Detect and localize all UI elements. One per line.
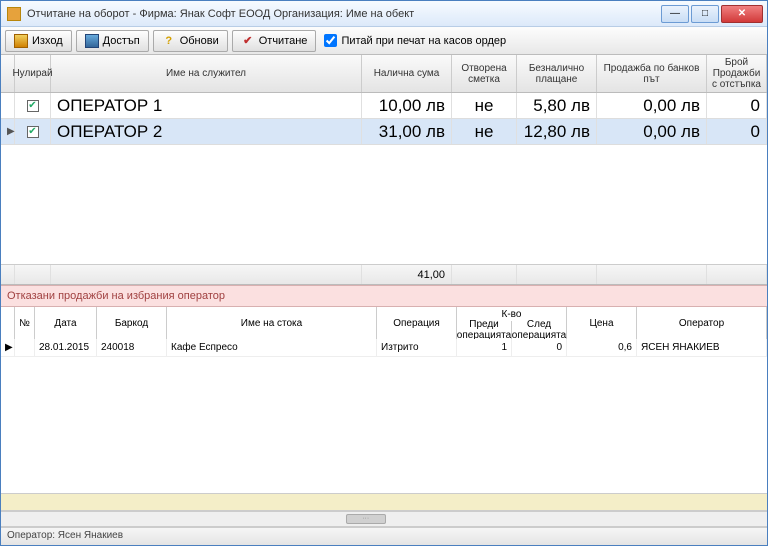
col-price[interactable]: Цена <box>567 307 637 339</box>
col-discount[interactable]: Брой Продажби с отстъпка <box>707 55 767 92</box>
rejected-totals <box>1 493 767 511</box>
horizontal-scrollbar[interactable]: ··· <box>1 511 767 527</box>
scrollbar-thumb[interactable]: ··· <box>346 514 386 524</box>
operator-cell: ЯСЕН ЯНАКИЕВ <box>637 339 767 356</box>
col-open[interactable]: Отворена сметка <box>452 55 517 92</box>
exit-label: Изход <box>32 35 63 47</box>
rejected-grid-header: № Дата Баркод Име на стока Операция К-во… <box>1 307 767 339</box>
operator-name: ОПЕРАТОР 2 <box>51 119 362 144</box>
rejected-sales-label: Отказани продажби на избрания оператор <box>1 285 767 307</box>
col-qty-after[interactable]: След операцията <box>512 321 567 339</box>
discount-cell: 0 <box>707 119 767 144</box>
operation-cell: Изтрито <box>377 339 457 356</box>
open-cell: не <box>452 93 517 118</box>
bank-cell: 0,00 лв <box>597 93 707 118</box>
row-pointer: ▶ <box>1 339 15 356</box>
minimize-button[interactable]: — <box>661 5 689 23</box>
statusbar: Оператор: Ясен Янакиев <box>1 527 767 545</box>
qty-after-cell: 0 <box>512 339 567 356</box>
col-qty-before[interactable]: Преди операцията <box>457 321 512 339</box>
operator-row[interactable]: ▶✔ОПЕРАТОР 231,00 лвне12,80 лв0,00 лв0 <box>1 119 767 145</box>
row-pointer: ▶ <box>1 119 15 144</box>
col-bank[interactable]: Продажба по банков път <box>597 55 707 92</box>
close-button[interactable]: ✕ <box>721 5 763 23</box>
date-cell: 28.01.2015 <box>35 339 97 356</box>
ask-print-checkbox-wrap[interactable]: Питай при печат на касов ордер <box>324 34 506 47</box>
total-cash: 41,00 <box>362 265 452 284</box>
barcode-cell: 240018 <box>97 339 167 356</box>
col-no[interactable]: № <box>15 307 35 339</box>
row-pointer <box>1 93 15 118</box>
reset-checkbox-cell[interactable]: ✔ <box>15 119 51 144</box>
report-label: Отчитане <box>259 35 308 47</box>
maximize-button[interactable]: □ <box>691 5 719 23</box>
col-itemname[interactable]: Име на стока <box>167 307 377 339</box>
refresh-button[interactable]: ? Обнови <box>153 30 228 52</box>
rejected-grid: № Дата Баркод Име на стока Операция К-во… <box>1 307 767 527</box>
operators-grid-body: ✔ОПЕРАТОР 110,00 лвне5,80 лв0,00 лв0▶✔ОП… <box>1 93 767 145</box>
discount-cell: 0 <box>707 93 767 118</box>
check-icon: ✔ <box>241 34 255 48</box>
operators-grid-empty <box>1 145 767 265</box>
operator-name: ОПЕРАТОР 1 <box>51 93 362 118</box>
rejected-row[interactable]: ▶ 28.01.2015240018Кафе ЕспресоИзтрито100,… <box>1 339 767 357</box>
cashless-cell: 5,80 лв <box>517 93 597 118</box>
operators-grid-header: Нулирай Име на служител Налична сума Отв… <box>1 55 767 93</box>
cashless-cell: 12,80 лв <box>517 119 597 144</box>
main-window: Отчитане на оборот - Фирма: Янак Софт ЕО… <box>0 0 768 546</box>
access-icon <box>85 34 99 48</box>
access-button[interactable]: Достъп <box>76 30 149 52</box>
open-cell: не <box>452 119 517 144</box>
qty-before-cell: 1 <box>457 339 512 356</box>
cash-cell: 31,00 лв <box>362 119 452 144</box>
col-operation[interactable]: Операция <box>377 307 457 339</box>
status-operator: Оператор: Ясен Янакиев <box>7 530 123 541</box>
window-controls: — □ ✕ <box>661 5 763 23</box>
col-cash[interactable]: Налична сума <box>362 55 452 92</box>
exit-icon <box>14 34 28 48</box>
operators-totals-row: 41,00 <box>1 265 767 285</box>
col-barcode[interactable]: Баркод <box>97 307 167 339</box>
ask-print-checkbox[interactable] <box>324 34 337 47</box>
cash-cell: 10,00 лв <box>362 93 452 118</box>
window-title: Отчитане на оборот - Фирма: Янак Софт ЕО… <box>27 8 661 20</box>
col-operator[interactable]: Оператор <box>637 307 767 339</box>
ask-print-label: Питай при печат на касов ордер <box>341 35 506 47</box>
titlebar: Отчитане на оборот - Фирма: Янак Софт ЕО… <box>1 1 767 27</box>
refresh-icon: ? <box>162 34 176 48</box>
col-date[interactable]: Дата <box>35 307 97 339</box>
col-cashless[interactable]: Безналично плащане <box>517 55 597 92</box>
refresh-label: Обнови <box>180 35 219 47</box>
operators-grid: Нулирай Име на служител Налична сума Отв… <box>1 55 767 285</box>
toolbar: Изход Достъп ? Обнови ✔ Отчитане Питай п… <box>1 27 767 55</box>
price-cell: 0,6 <box>567 339 637 356</box>
col-reset[interactable]: Нулирай <box>15 55 51 92</box>
no-cell <box>15 339 35 356</box>
bank-cell: 0,00 лв <box>597 119 707 144</box>
access-label: Достъп <box>103 35 140 47</box>
col-name[interactable]: Име на служител <box>51 55 362 92</box>
itemname-cell: Кафе Еспресо <box>167 339 377 356</box>
operator-row[interactable]: ✔ОПЕРАТОР 110,00 лвне5,80 лв0,00 лв0 <box>1 93 767 119</box>
reset-checkbox-cell[interactable]: ✔ <box>15 93 51 118</box>
report-button[interactable]: ✔ Отчитане <box>232 30 317 52</box>
exit-button[interactable]: Изход <box>5 30 72 52</box>
rejected-grid-body: ▶ 28.01.2015240018Кафе ЕспресоИзтрито100,… <box>1 339 767 493</box>
app-icon <box>7 7 21 21</box>
